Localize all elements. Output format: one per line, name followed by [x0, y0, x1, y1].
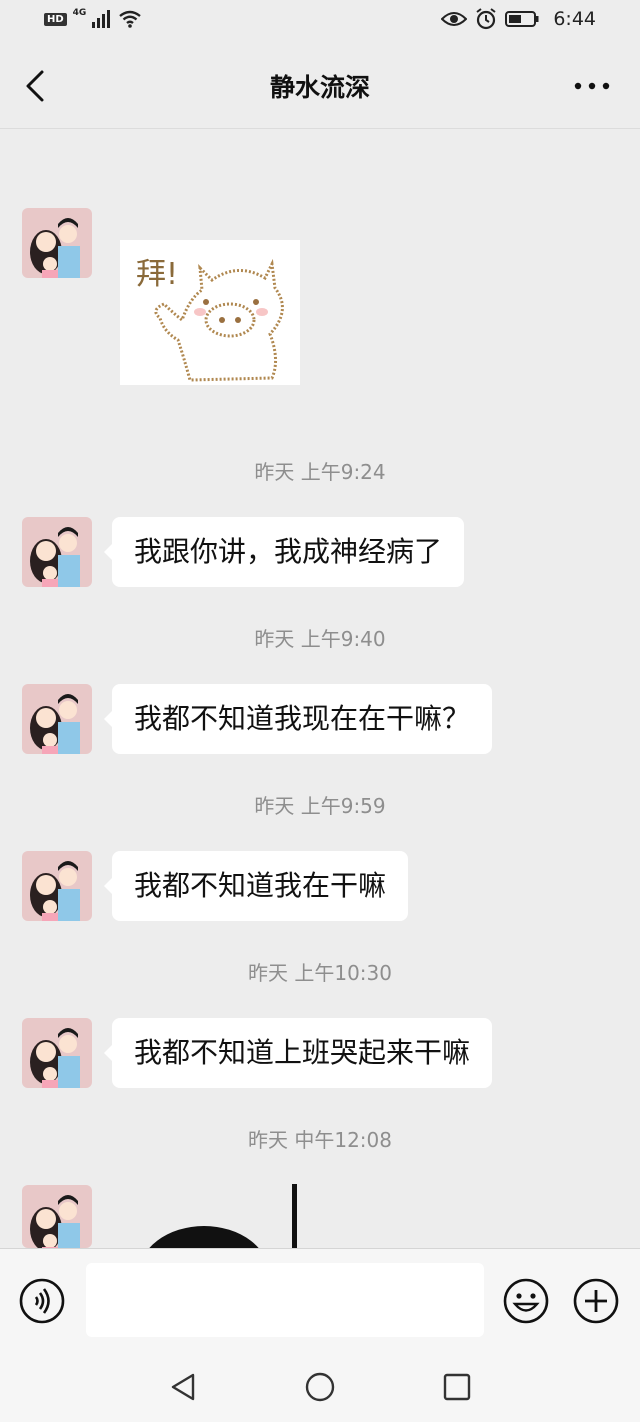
- contact-avatar[interactable]: [22, 1018, 92, 1088]
- avatar-image: [22, 208, 92, 278]
- hd-badge: HD: [44, 12, 67, 26]
- message-timestamp: 昨天 上午9:40: [254, 627, 386, 651]
- contact-avatar[interactable]: [22, 851, 92, 921]
- message-bubble[interactable]: 我都不知道我在干嘛: [103, 851, 409, 921]
- contact-avatar[interactable]: [22, 517, 92, 587]
- chat-title: 静水流深: [269, 73, 370, 102]
- avatar-image: [22, 851, 92, 921]
- message-bubble[interactable]: 我跟你讲，我成神经病了: [103, 517, 465, 587]
- signal-icon: [92, 10, 111, 28]
- status-bar: HD 4G 6:44: [0, 0, 640, 44]
- message-timestamp: 昨天 上午10:30: [248, 961, 392, 985]
- avatar-image: [22, 517, 92, 587]
- circle-home-icon[interactable]: [303, 1370, 337, 1404]
- alarm-icon: [476, 8, 496, 30]
- plus-icon[interactable]: [572, 1277, 620, 1325]
- message-bubble[interactable]: 我都不知道上班哭起来干嘛: [103, 1018, 493, 1088]
- more-options-icon[interactable]: [572, 74, 612, 98]
- contact-avatar[interactable]: [22, 208, 92, 278]
- message-bubble[interactable]: 我都不知道我现在在干嘛？: [103, 684, 493, 754]
- partial-sticker[interactable]: [120, 1180, 320, 1250]
- contact-avatar[interactable]: [22, 684, 92, 754]
- avatar-image: [22, 684, 92, 754]
- emoji-icon[interactable]: [502, 1277, 550, 1325]
- sticker-text: 拜!: [136, 257, 178, 292]
- triangle-back-icon[interactable]: [166, 1370, 200, 1404]
- status-time: 6:44: [553, 8, 596, 30]
- wifi-icon: [119, 10, 142, 28]
- avatar-image: [22, 1185, 92, 1248]
- chat-header: 静水流深: [0, 44, 640, 129]
- system-nav-bar: [0, 1352, 640, 1422]
- voice-icon[interactable]: [18, 1277, 66, 1325]
- status-left: HD 4G: [44, 8, 142, 28]
- bye-pig-sticker[interactable]: 拜!: [120, 240, 300, 385]
- contact-avatar[interactable]: [22, 1185, 92, 1248]
- eye-icon: [441, 12, 468, 26]
- network-type: 4G: [72, 8, 87, 18]
- message-timestamp: 昨天 上午9:59: [254, 794, 386, 818]
- chat-input-bar: [0, 1248, 640, 1353]
- avatar-image: [22, 1018, 92, 1088]
- battery-icon: [505, 11, 539, 27]
- message-timestamp: 昨天 上午9:24: [254, 460, 386, 484]
- status-right: 6:44: [441, 8, 596, 30]
- message-input[interactable]: [86, 1263, 484, 1337]
- message-timestamp: 昨天 中午12:08: [248, 1128, 392, 1152]
- square-recent-icon[interactable]: [440, 1370, 474, 1404]
